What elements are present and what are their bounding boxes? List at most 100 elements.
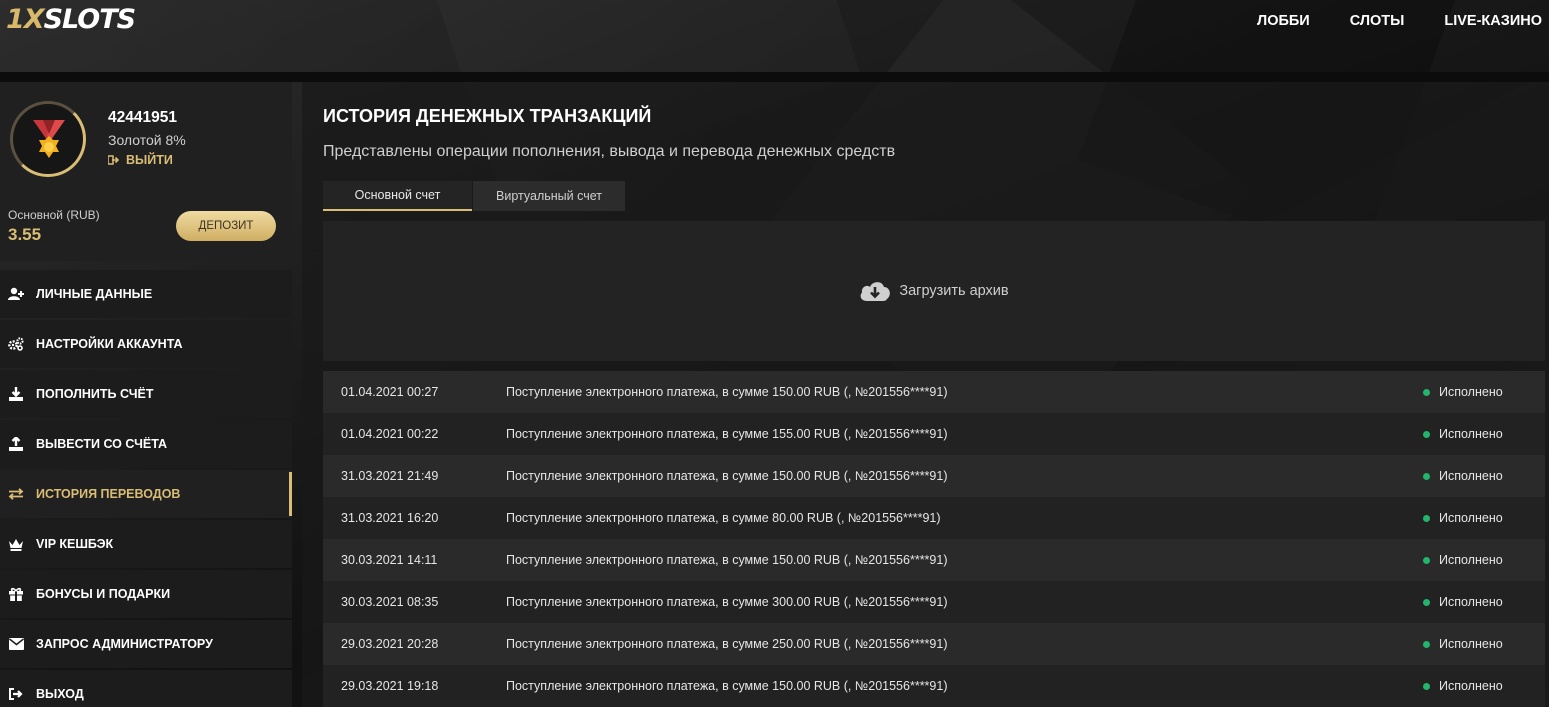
tx-date: 01.04.2021 00:22 [341, 427, 439, 441]
nav-slots[interactable]: СЛОТЫ [1350, 13, 1405, 29]
transfer-arrows-icon [8, 486, 24, 502]
table-row: 31.03.2021 16:20 Поступление электронног… [323, 497, 1545, 539]
transaction-list: 01.04.2021 00:27 Поступление электронног… [323, 371, 1545, 707]
status-dot-icon [1423, 598, 1430, 606]
tx-description: Поступление электронного платежа, в сумм… [506, 679, 948, 693]
download-icon [8, 386, 24, 402]
tx-date: 01.04.2021 00:27 [341, 385, 439, 399]
sidebar: 42441951 Золотой 8% ВЫЙТИ Основной (RUB)… [0, 82, 292, 707]
menu-item-transfer-history[interactable]: ИСТОРИЯ ПЕРЕВОДОВ [0, 470, 292, 518]
envelope-icon [8, 636, 24, 652]
tx-description: Поступление электронного платежа, в сумм… [506, 595, 948, 609]
status-badge: Исполнено [1423, 511, 1503, 525]
menu-item-label: ПОПОЛНИТЬ СЧЁТ [36, 387, 154, 401]
crown-icon [8, 536, 24, 552]
status-dot-icon [1423, 640, 1430, 648]
table-row: 30.03.2021 08:35 Поступление электронног… [323, 581, 1545, 623]
tab-main-account[interactable]: Основной счет [323, 181, 472, 211]
tx-date: 29.03.2021 20:28 [341, 637, 439, 651]
status-badge: Исполнено [1423, 427, 1503, 441]
tx-date: 31.03.2021 16:20 [341, 511, 439, 525]
tab-virtual-account[interactable]: Виртуальный счет [473, 181, 625, 211]
tx-description: Поступление электронного платежа, в сумм… [506, 469, 948, 483]
user-level: Золотой 8% [108, 132, 186, 148]
tx-description: Поступление электронного платежа, в сумм… [506, 427, 948, 441]
account-menu: ЛИЧНЫЕ ДАННЫЕ НАСТРОЙКИ АККАУНТА ПОПОЛНИ… [0, 270, 292, 707]
logout-link[interactable]: ВЫЙТИ [108, 153, 173, 167]
status-badge: Исполнено [1423, 553, 1503, 567]
status-label: Исполнено [1439, 679, 1503, 693]
menu-item-label: VIP КЕШБЭК [36, 537, 114, 551]
user-id: 42441951 [108, 109, 177, 126]
menu-item-vip-cashback[interactable]: VIP КЕШБЭК [0, 520, 292, 568]
cloud-download-icon [860, 282, 891, 301]
status-dot-icon [1423, 682, 1430, 690]
tx-description: Поступление электронного платежа, в сумм… [506, 385, 948, 399]
status-badge: Исполнено [1423, 679, 1503, 693]
sign-out-icon [108, 155, 120, 165]
sign-out-icon [8, 686, 24, 702]
status-label: Исполнено [1439, 427, 1503, 441]
upload-icon [8, 436, 24, 452]
menu-item-bonuses[interactable]: БОНУСЫ И ПОДАРКИ [0, 570, 292, 618]
profile-card: 42441951 Золотой 8% ВЫЙТИ Основной (RUB)… [0, 82, 292, 261]
status-badge: Исполнено [1423, 595, 1503, 609]
balance-label: Основной (RUB) [8, 208, 100, 222]
logo-prefix: 1X [6, 4, 45, 35]
header-divider [0, 72, 1549, 82]
balance-value: 3.55 [8, 225, 42, 244]
vip-level-ring [10, 101, 86, 177]
status-label: Исполнено [1439, 469, 1503, 483]
menu-item-withdraw[interactable]: ВЫВЕСТИ СО СЧЁТА [0, 420, 292, 468]
medal-icon [33, 120, 65, 158]
status-dot-icon [1423, 388, 1430, 396]
main-content: ИСТОРИЯ ДЕНЕЖНЫХ ТРАНЗАКЦИЙ Представлены… [302, 82, 1549, 707]
status-label: Исполнено [1439, 385, 1503, 399]
nav-lobby[interactable]: ЛОББИ [1257, 13, 1310, 29]
menu-item-exit[interactable]: ВЫХОД [0, 670, 292, 707]
page-subtitle: Представлены операции пополнения, вывода… [323, 143, 896, 160]
top-header: 1XSLOTS ЛОББИ СЛОТЫ LIVE-КАЗИНО [0, 0, 1549, 72]
status-dot-icon [1423, 430, 1430, 438]
status-badge: Исполнено [1423, 469, 1503, 483]
status-badge: Исполнено [1423, 385, 1503, 399]
tx-description: Поступление электронного платежа, в сумм… [506, 511, 941, 525]
tx-date: 30.03.2021 08:35 [341, 595, 439, 609]
menu-item-label: ЗАПРОС АДМИНИСТРАТОРУ [36, 637, 213, 651]
menu-item-deposit[interactable]: ПОПОЛНИТЬ СЧЁТ [0, 370, 292, 418]
status-label: Исполнено [1439, 511, 1503, 525]
status-dot-icon [1423, 514, 1430, 522]
gears-icon [8, 336, 24, 352]
download-archive-button[interactable]: Загрузить архив [323, 221, 1545, 361]
account-tabs: Основной счет Виртуальный счет [323, 181, 625, 211]
tx-description: Поступление электронного платежа, в сумм… [506, 637, 948, 651]
table-row: 29.03.2021 20:28 Поступление электронног… [323, 623, 1545, 665]
menu-item-account-settings[interactable]: НАСТРОЙКИ АККАУНТА [0, 320, 292, 368]
status-dot-icon [1423, 472, 1430, 480]
table-row: 29.03.2021 19:18 Поступление электронног… [323, 665, 1545, 707]
tx-date: 29.03.2021 19:18 [341, 679, 439, 693]
nav-live-casino[interactable]: LIVE-КАЗИНО [1444, 13, 1542, 29]
tx-date: 30.03.2021 14:11 [341, 553, 438, 567]
menu-item-label: БОНУСЫ И ПОДАРКИ [36, 587, 171, 601]
page-title: ИСТОРИЯ ДЕНЕЖНЫХ ТРАНЗАКЦИЙ [323, 106, 652, 126]
table-row: 31.03.2021 21:49 Поступление электронног… [323, 455, 1545, 497]
status-label: Исполнено [1439, 595, 1503, 609]
table-row: 30.03.2021 14:11 Поступление электронног… [323, 539, 1545, 581]
site-logo[interactable]: 1XSLOTS [6, 4, 136, 35]
user-add-icon [8, 286, 24, 302]
status-dot-icon [1423, 556, 1430, 564]
deposit-button[interactable]: ДЕПОЗИТ [176, 211, 276, 241]
table-row: 01.04.2021 00:27 Поступление электронног… [323, 371, 1545, 413]
menu-item-admin-request[interactable]: ЗАПРОС АДМИНИСТРАТОРУ [0, 620, 292, 668]
menu-item-label: ИСТОРИЯ ПЕРЕВОДОВ [36, 487, 181, 501]
tx-date: 31.03.2021 21:49 [341, 469, 439, 483]
menu-item-label: НАСТРОЙКИ АККАУНТА [36, 337, 183, 351]
table-row: 01.04.2021 00:22 Поступление электронног… [323, 413, 1545, 455]
status-badge: Исполнено [1423, 637, 1503, 651]
status-label: Исполнено [1439, 553, 1503, 567]
tx-description: Поступление электронного платежа, в сумм… [506, 553, 948, 567]
menu-item-personal-data[interactable]: ЛИЧНЫЕ ДАННЫЕ [0, 270, 292, 318]
menu-item-label: ВЫХОД [36, 687, 84, 701]
logout-label: ВЫЙТИ [126, 153, 173, 167]
